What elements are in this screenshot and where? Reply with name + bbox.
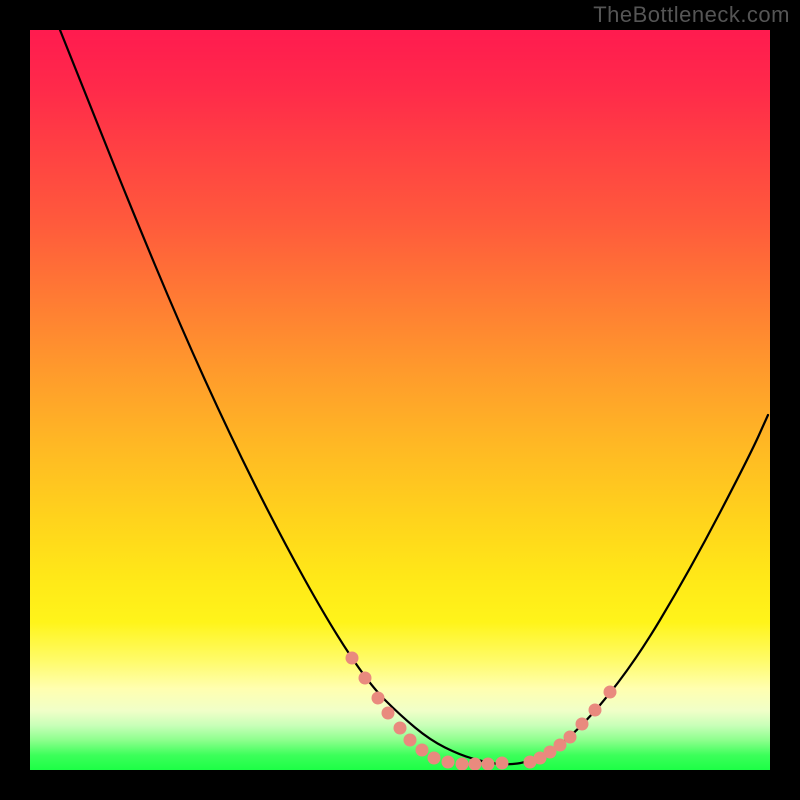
- plot-area: [30, 30, 770, 770]
- bottleneck-curve: [60, 30, 768, 764]
- curve-marker: [469, 758, 482, 771]
- curve-marker: [404, 734, 417, 747]
- curve-marker: [564, 731, 577, 744]
- curve-marker: [576, 718, 589, 731]
- curve-marker: [394, 722, 407, 735]
- marker-cluster-left: [346, 652, 509, 771]
- curve-marker: [604, 686, 617, 699]
- curve-marker: [416, 744, 429, 757]
- chart-frame: TheBottleneck.com: [0, 0, 800, 800]
- curve-marker: [442, 756, 455, 769]
- curve-marker: [456, 758, 469, 771]
- curve-marker: [428, 752, 441, 765]
- curve-svg: [30, 30, 770, 770]
- curve-marker: [359, 672, 372, 685]
- curve-marker: [589, 704, 602, 717]
- curve-marker: [372, 692, 385, 705]
- curve-marker: [346, 652, 359, 665]
- curve-marker: [382, 707, 395, 720]
- curve-marker: [496, 757, 509, 770]
- curve-marker: [482, 758, 495, 771]
- watermark-text: TheBottleneck.com: [593, 2, 790, 28]
- marker-cluster-right: [524, 686, 617, 769]
